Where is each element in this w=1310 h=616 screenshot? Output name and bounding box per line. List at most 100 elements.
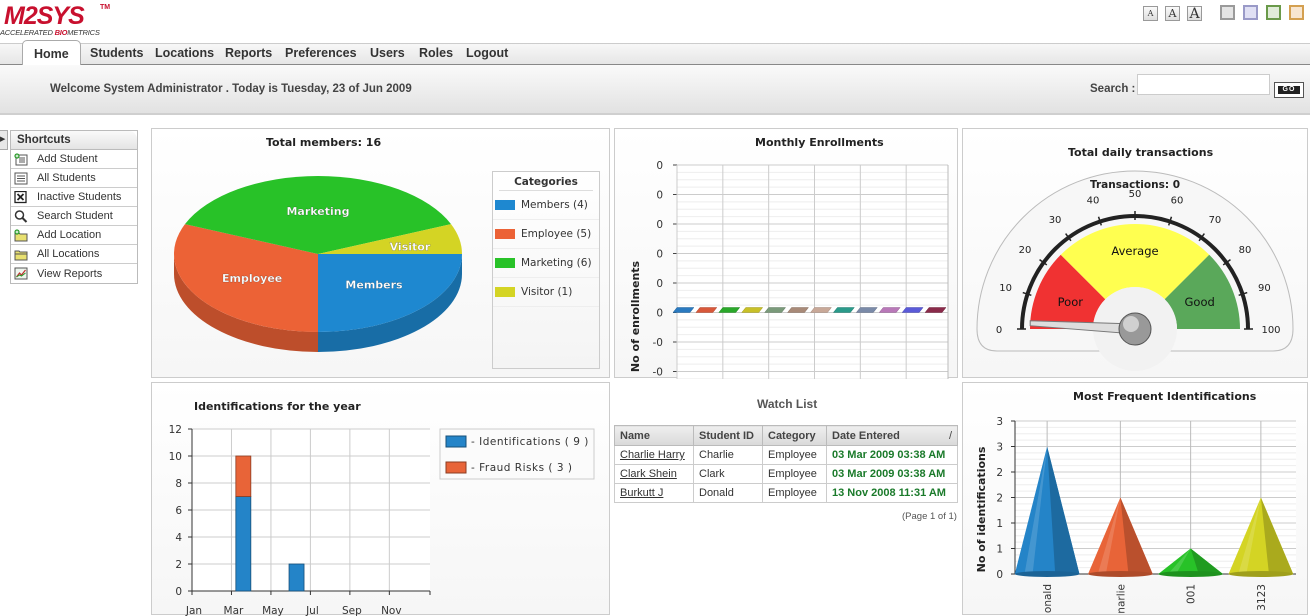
- col-student-id[interactable]: Student ID: [693, 425, 763, 446]
- bar-aug[interactable]: [832, 307, 855, 313]
- theme-blue-button[interactable]: [1243, 5, 1258, 20]
- tab-preferences[interactable]: Preferences: [285, 44, 357, 65]
- folder-icon: [14, 248, 28, 261]
- y-tick-label: 3: [996, 442, 1003, 454]
- pie-label-employee: Employee: [222, 272, 282, 285]
- list-icon: [14, 172, 28, 185]
- tab-users[interactable]: Users: [370, 44, 405, 65]
- y-axis-label: No of enrollments: [629, 260, 642, 372]
- watch-list-name-link[interactable]: Charlie Harry: [620, 449, 685, 461]
- font-medium-button[interactable]: A: [1165, 6, 1180, 21]
- x-tick-label: Nov: [381, 605, 402, 616]
- search-label: Search :: [1090, 83, 1136, 95]
- tab-students[interactable]: Students: [90, 44, 143, 65]
- font-large-button[interactable]: A: [1187, 6, 1202, 21]
- x-tick-label: 001: [1186, 584, 1198, 604]
- shortcut-add-location[interactable]: Add Location: [11, 226, 137, 245]
- tab-logout[interactable]: Logout: [466, 44, 508, 65]
- bar-jun-identifications[interactable]: [288, 563, 305, 592]
- shortcut-label: All Students: [37, 172, 96, 184]
- watch-list-date: 03 Mar 2009 03:38 AM: [826, 464, 958, 484]
- legend-label: Visitor (1): [521, 286, 573, 298]
- pie-label-marketing: Marketing: [286, 205, 349, 218]
- bar-mar-identifications[interactable]: [235, 496, 252, 592]
- col-name[interactable]: Name: [614, 425, 694, 446]
- report-icon: [14, 267, 28, 280]
- col-category[interactable]: Category: [762, 425, 827, 446]
- x-tick-label: Jul: [305, 605, 319, 616]
- yearly-identifications-panel: Identifications for the year 0 2 4 6 8 10 12 Ja…: [151, 382, 610, 616]
- shortcut-label: All Locations: [37, 248, 100, 260]
- monthly-enrollments-chart: 000000-0-0-0-0-0JanMarMayJulSepNovNo of …: [629, 160, 949, 379]
- legend-swatch: [495, 200, 515, 210]
- bar-mar-fraud-risks[interactable]: [235, 455, 252, 497]
- shortcut-search-student[interactable]: Search Student: [11, 207, 137, 226]
- pie-slice-members[interactable]: [318, 254, 462, 332]
- shortcut-label: Search Student: [37, 210, 113, 222]
- welcome-bar: Welcome System Administrator . Today is …: [0, 65, 1310, 115]
- cone-base: [1228, 571, 1294, 577]
- shortcut-all-students[interactable]: All Students: [11, 169, 137, 188]
- yearly-legend: - Identifications ( 9 ) - Fraud Risks ( 3…: [439, 428, 595, 480]
- bar-apr[interactable]: [741, 307, 764, 313]
- shortcut-label: View Reports: [37, 267, 103, 280]
- theme-orange-button[interactable]: [1289, 5, 1304, 20]
- daily-transactions-panel: Total daily transactions Poor Average Good…: [962, 128, 1308, 378]
- gauge-tick-label: 80: [1239, 245, 1252, 256]
- watch-list-name-link[interactable]: Clark Shein: [620, 468, 677, 480]
- y-tick-label: 0: [656, 160, 663, 172]
- theme-green-button[interactable]: [1266, 5, 1281, 20]
- shortcut-all-locations[interactable]: All Locations: [11, 245, 137, 264]
- col-date-entered[interactable]: Date Entered /: [826, 425, 958, 446]
- m2sys-logo: M2SYS TM ACCELERATED BIOMETRICS: [0, 2, 110, 38]
- watch-list-row: Burkutt J Donald Employee 13 Nov 2008 11:31…: [614, 483, 958, 503]
- yearly-identifications-chart: 0 2 4 6 8 10 12 Jan Mar May Jul Sep Nov - Identificat…: [169, 424, 595, 616]
- frequent-identifications-chart: 0 1 1 2 2 3 3 onald narlie 001 3123 No of identific…: [975, 416, 1296, 614]
- search-go-button[interactable]: GO: [1274, 82, 1304, 98]
- add-folder-icon: [14, 228, 28, 242]
- monthly-enrollments-panel: Monthly Enrollments 000000-0-0-0-0-0JanM…: [614, 128, 958, 379]
- plot-area: [677, 165, 948, 379]
- cone-base: [1088, 571, 1153, 577]
- search-input[interactable]: [1137, 74, 1270, 95]
- y-tick-label: 2: [996, 467, 1003, 479]
- shortcuts-title: Shortcuts: [11, 131, 137, 150]
- shortcut-inactive-students[interactable]: Inactive Students: [11, 188, 137, 207]
- transactions-gauge: PoorAverageGood0102030405060708090100Tra…: [976, 170, 1294, 371]
- tab-locations[interactable]: Locations: [155, 44, 214, 65]
- sidebar-toggle-arrow-icon[interactable]: ▶: [0, 130, 8, 150]
- shortcut-label: Add Student: [37, 153, 98, 165]
- shortcut-view-reports[interactable]: View Reports: [11, 264, 137, 283]
- bar-feb[interactable]: [695, 307, 718, 313]
- legend-swatch: [495, 229, 515, 239]
- watch-list-name-link[interactable]: Burkutt J: [620, 487, 663, 499]
- gauge-tick-label: 70: [1209, 215, 1222, 226]
- sort-indicator-icon: /: [948, 429, 952, 442]
- gauge-band-label-good: Good: [1185, 295, 1215, 309]
- font-small-button[interactable]: A: [1143, 6, 1158, 21]
- y-tick-label: 0: [175, 586, 182, 598]
- bar-sep[interactable]: [855, 307, 878, 313]
- gauge-tick-label: 100: [1261, 325, 1280, 336]
- bar-oct[interactable]: [878, 307, 901, 313]
- shortcut-add-student[interactable]: Add Student: [11, 150, 137, 169]
- bar-mar[interactable]: [718, 307, 741, 313]
- tab-roles[interactable]: Roles: [419, 44, 453, 65]
- pie-chart: Members Employee Marketing Visitor: [174, 176, 462, 352]
- gauge-readout: Transactions: 0: [1090, 179, 1180, 191]
- bar-nov[interactable]: [901, 307, 924, 313]
- bar-dec[interactable]: [924, 307, 947, 313]
- bar-jun[interactable]: [787, 307, 810, 313]
- tab-home[interactable]: Home: [22, 40, 81, 66]
- members-pie-panel: Total members: 16 Members Employee Marketi…: [151, 128, 610, 378]
- pie-legend: Categories Members (4) Employee (5) Market…: [492, 171, 600, 369]
- theme-gray-button[interactable]: [1220, 5, 1235, 20]
- bar-jan[interactable]: [672, 307, 695, 313]
- pie-legend-title: Categories: [499, 176, 593, 191]
- cone-base: [1158, 571, 1223, 577]
- welcome-message: Welcome System Administrator . Today is …: [50, 83, 412, 95]
- watch-list-category: Employee: [762, 464, 827, 484]
- bar-may[interactable]: [764, 307, 787, 313]
- tab-reports[interactable]: Reports: [225, 44, 272, 65]
- bar-jul[interactable]: [809, 307, 832, 313]
